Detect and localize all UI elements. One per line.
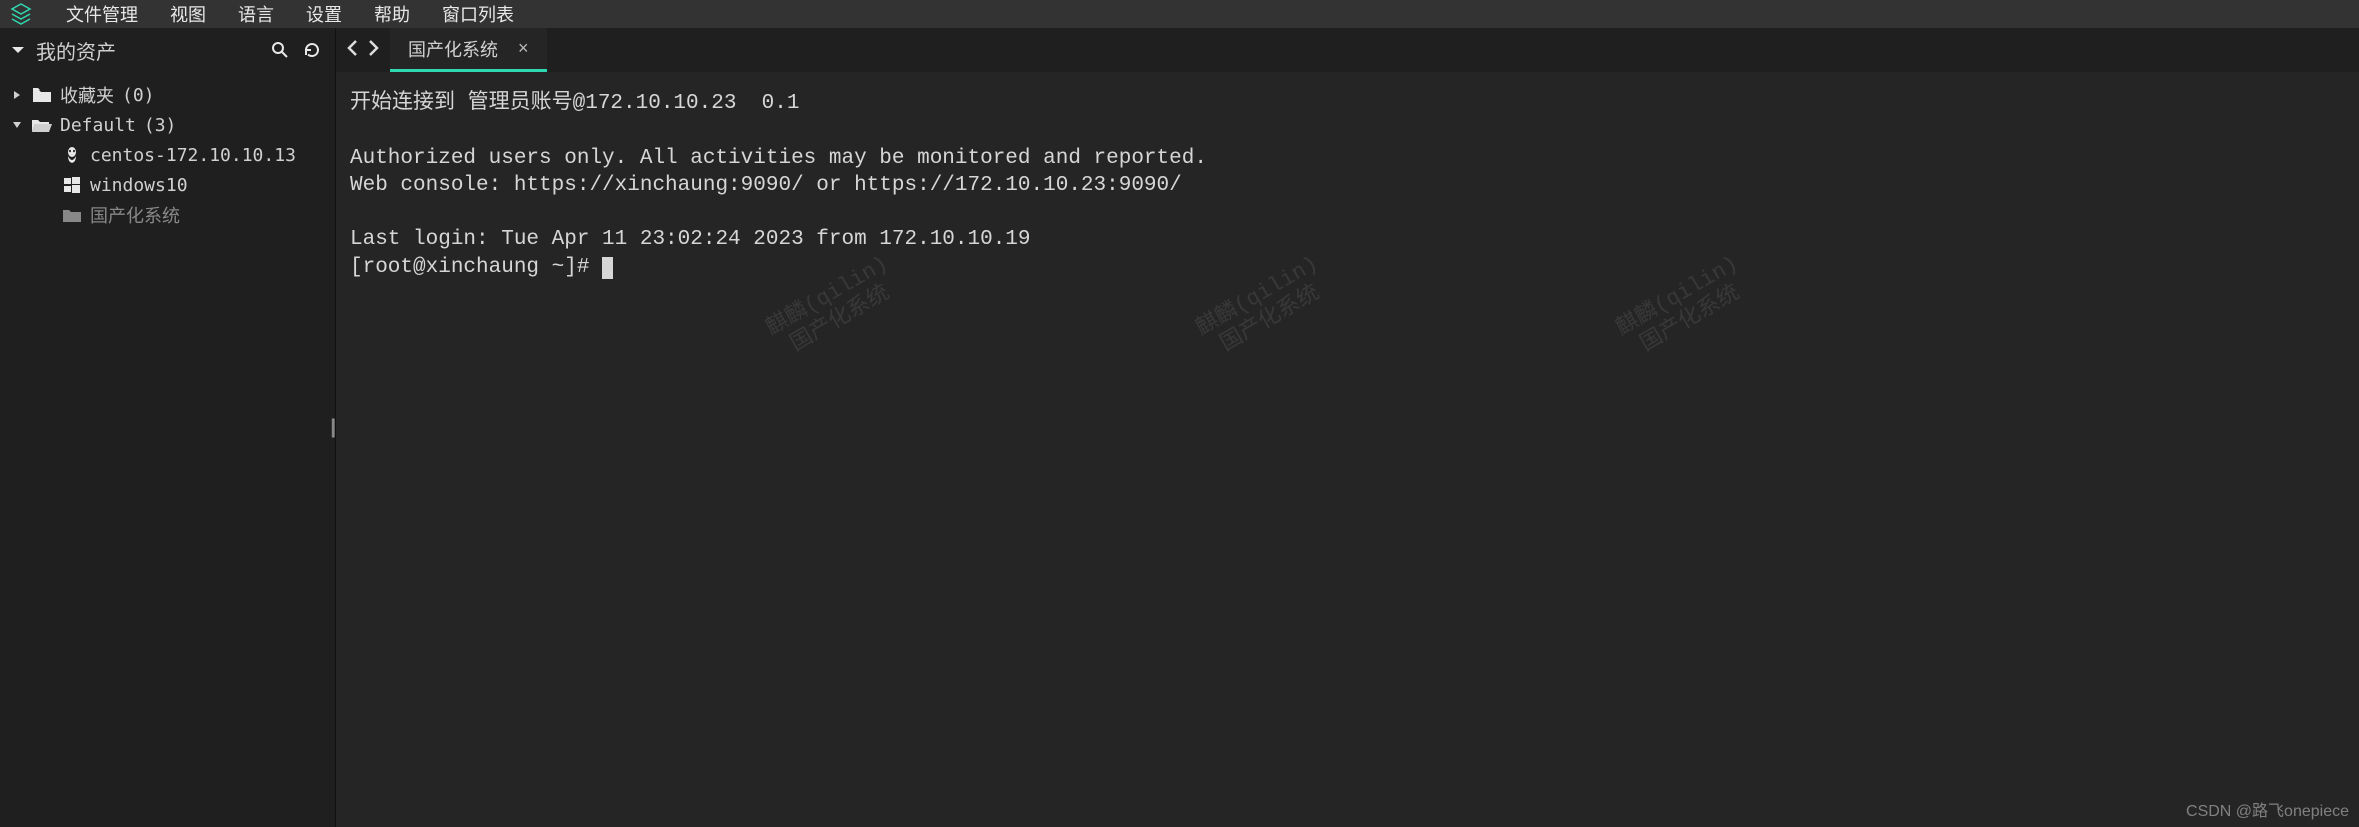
content-area: || 国产化系统 × 开始连接到 管理员账号@172.10.10.23 0.1 …: [336, 28, 2359, 827]
tab-active[interactable]: 国产化系统 ×: [390, 28, 547, 72]
term-line: Last login: Tue Apr 11 23:02:24 2023 fro…: [350, 228, 1031, 251]
tree-default[interactable]: Default (3): [0, 110, 335, 140]
asset-tree: 收藏夹 (0) Default (3) centos-172.10.10.13: [0, 72, 335, 238]
refresh-icon[interactable]: [303, 39, 321, 62]
watermark: 麒麟(qilin) 国产化系统: [1192, 251, 1337, 365]
windows-icon: [62, 177, 82, 193]
term-line: @172.10.10.23: [573, 92, 737, 115]
menu-file[interactable]: 文件管理: [66, 1, 138, 27]
term-prompt: [root@xinchaung ~]#: [350, 256, 602, 279]
tabbar: 国产化系统 ×: [336, 28, 2359, 72]
tree-favorites[interactable]: 收藏夹 (0): [0, 80, 335, 110]
chevron-down-icon: [10, 120, 24, 130]
linux-icon: [62, 146, 82, 164]
tree-default-count: (3): [144, 115, 177, 136]
tree-node-windows[interactable]: windows10: [0, 170, 335, 200]
term-line: Authorized users only. All activities ma…: [350, 147, 1207, 170]
sidebar-title: 我的资产: [36, 36, 116, 65]
term-line: 0.1: [736, 92, 799, 115]
menu-help[interactable]: 帮助: [374, 1, 410, 27]
tree-favorites-count: (0): [122, 85, 155, 106]
csdn-attribution: CSDN @路飞onepiece: [2186, 797, 2349, 821]
app-logo-icon: [8, 1, 34, 27]
tree-node-centos[interactable]: centos-172.10.10.13: [0, 140, 335, 170]
folder-icon: [62, 208, 82, 222]
tree-node-label: 国产化系统: [90, 202, 180, 228]
menu-language[interactable]: 语言: [238, 1, 274, 27]
tree-favorites-label: 收藏夹: [60, 82, 114, 108]
tree-node-domestic[interactable]: 国产化系统: [0, 200, 335, 230]
folder-open-icon: [32, 118, 52, 132]
tab-close-icon[interactable]: ×: [518, 38, 529, 59]
menu-windows[interactable]: 窗口列表: [442, 1, 514, 27]
menu-view[interactable]: 视图: [170, 1, 206, 27]
term-line: Web console: https://xinchaung:9090/ or …: [350, 174, 1182, 197]
tab-prev-icon[interactable]: [346, 39, 360, 62]
watermark: 麒麟(qilin) 国产化系统: [762, 251, 907, 365]
tab-title: 国产化系统: [408, 36, 498, 62]
tab-next-icon[interactable]: [366, 39, 380, 62]
sidebar-header: 我的资产: [0, 28, 335, 72]
collapse-icon[interactable]: [10, 39, 26, 62]
chevron-right-icon: [10, 90, 24, 100]
watermark: 麒麟(qilin) 国产化系统: [1612, 251, 1757, 365]
folder-icon: [32, 88, 52, 102]
terminal[interactable]: 开始连接到 管理员账号@172.10.10.23 0.1 Authorized …: [336, 72, 2359, 827]
tree-default-label: Default: [60, 115, 136, 136]
menubar: 文件管理 视图 语言 设置 帮助 窗口列表: [0, 0, 2359, 28]
cursor-icon: [602, 257, 613, 279]
term-line: 开始连接到 管理员账号: [350, 92, 573, 115]
sidebar: 我的资产 收藏夹 (0): [0, 28, 336, 827]
search-icon[interactable]: [271, 39, 289, 62]
tree-node-label: centos-172.10.10.13: [90, 145, 296, 166]
tree-node-label: windows10: [90, 175, 188, 196]
splitter-handle[interactable]: ||: [330, 416, 332, 439]
menu-settings[interactable]: 设置: [306, 1, 342, 27]
